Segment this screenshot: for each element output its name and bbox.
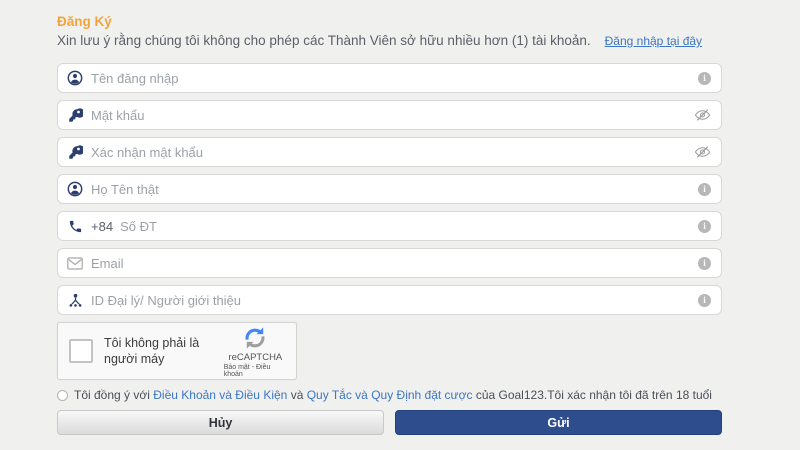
agreement-conjunction: và bbox=[291, 388, 304, 402]
info-icon[interactable]: i bbox=[698, 257, 711, 270]
username-field-row: i bbox=[57, 63, 722, 93]
phone-icon bbox=[67, 218, 83, 234]
key-icon bbox=[67, 144, 83, 160]
phone-input[interactable] bbox=[120, 219, 698, 234]
email-field-row: i bbox=[57, 248, 722, 278]
username-input[interactable] bbox=[91, 71, 698, 86]
recaptcha-widget: Tôi không phải là người máy reCAPTCHA Bả… bbox=[57, 322, 297, 380]
agreement-text-suffix: của Goal123.Tôi xác nhận tôi đã trên 18 … bbox=[476, 388, 712, 402]
form-actions: Hủy Gửi bbox=[57, 410, 722, 435]
login-here-link[interactable]: Đăng nhập tại đây bbox=[605, 33, 702, 50]
referral-icon bbox=[67, 292, 83, 308]
agreement-radio[interactable] bbox=[57, 390, 68, 401]
recaptcha-brand-name: reCAPTCHA bbox=[228, 352, 282, 363]
confirm-password-input[interactable] bbox=[91, 145, 694, 160]
cancel-button[interactable]: Hủy bbox=[57, 410, 384, 435]
key-icon bbox=[67, 107, 83, 123]
account-limit-notice: Xin lưu ý rằng chúng tôi không cho phép … bbox=[57, 32, 591, 49]
real-name-field-row: i bbox=[57, 174, 722, 204]
phone-country-code: +84 bbox=[91, 219, 113, 234]
password-input[interactable] bbox=[91, 108, 694, 123]
recaptcha-brand: reCAPTCHA Bảo mật - Điều khoản bbox=[224, 325, 287, 378]
eye-off-icon[interactable] bbox=[694, 108, 711, 122]
info-icon[interactable]: i bbox=[698, 183, 711, 196]
email-input[interactable] bbox=[91, 256, 698, 271]
confirm-password-field-row bbox=[57, 137, 722, 167]
registration-form: i bbox=[57, 63, 722, 315]
referrer-id-input[interactable] bbox=[91, 293, 698, 308]
password-field-row bbox=[57, 100, 722, 130]
recaptcha-label: Tôi không phải là người máy bbox=[104, 335, 224, 368]
betting-rules-link[interactable]: Quy Tắc và Quy Định đặt cược bbox=[307, 388, 473, 402]
phone-field-row: +84 i bbox=[57, 211, 722, 241]
recaptcha-logo-icon bbox=[242, 325, 268, 351]
recaptcha-privacy-terms[interactable]: Bảo mật - Điều khoản bbox=[224, 364, 287, 378]
register-form-panel: Đăng Ký Xin lưu ý rằng chúng tôi không c… bbox=[57, 14, 722, 435]
page-title: Đăng Ký bbox=[57, 14, 722, 30]
eye-off-icon[interactable] bbox=[694, 145, 711, 159]
mail-icon bbox=[67, 255, 83, 271]
submit-button[interactable]: Gửi bbox=[395, 410, 722, 435]
real-name-input[interactable] bbox=[91, 182, 698, 197]
info-icon[interactable]: i bbox=[698, 294, 711, 307]
user-icon bbox=[67, 70, 83, 86]
user-icon bbox=[67, 181, 83, 197]
agreement-text-prefix: Tôi đồng ý với bbox=[74, 388, 150, 402]
referrer-id-field-row: i bbox=[57, 285, 722, 315]
info-icon[interactable]: i bbox=[698, 72, 711, 85]
recaptcha-checkbox[interactable] bbox=[69, 339, 93, 363]
info-icon[interactable]: i bbox=[698, 220, 711, 233]
agreement-row: Tôi đồng ý với Điều Khoản và Điều Kiện v… bbox=[57, 388, 722, 402]
subtitle-row: Xin lưu ý rằng chúng tôi không cho phép … bbox=[57, 32, 722, 50]
terms-conditions-link[interactable]: Điều Khoản và Điều Kiện bbox=[153, 388, 287, 402]
